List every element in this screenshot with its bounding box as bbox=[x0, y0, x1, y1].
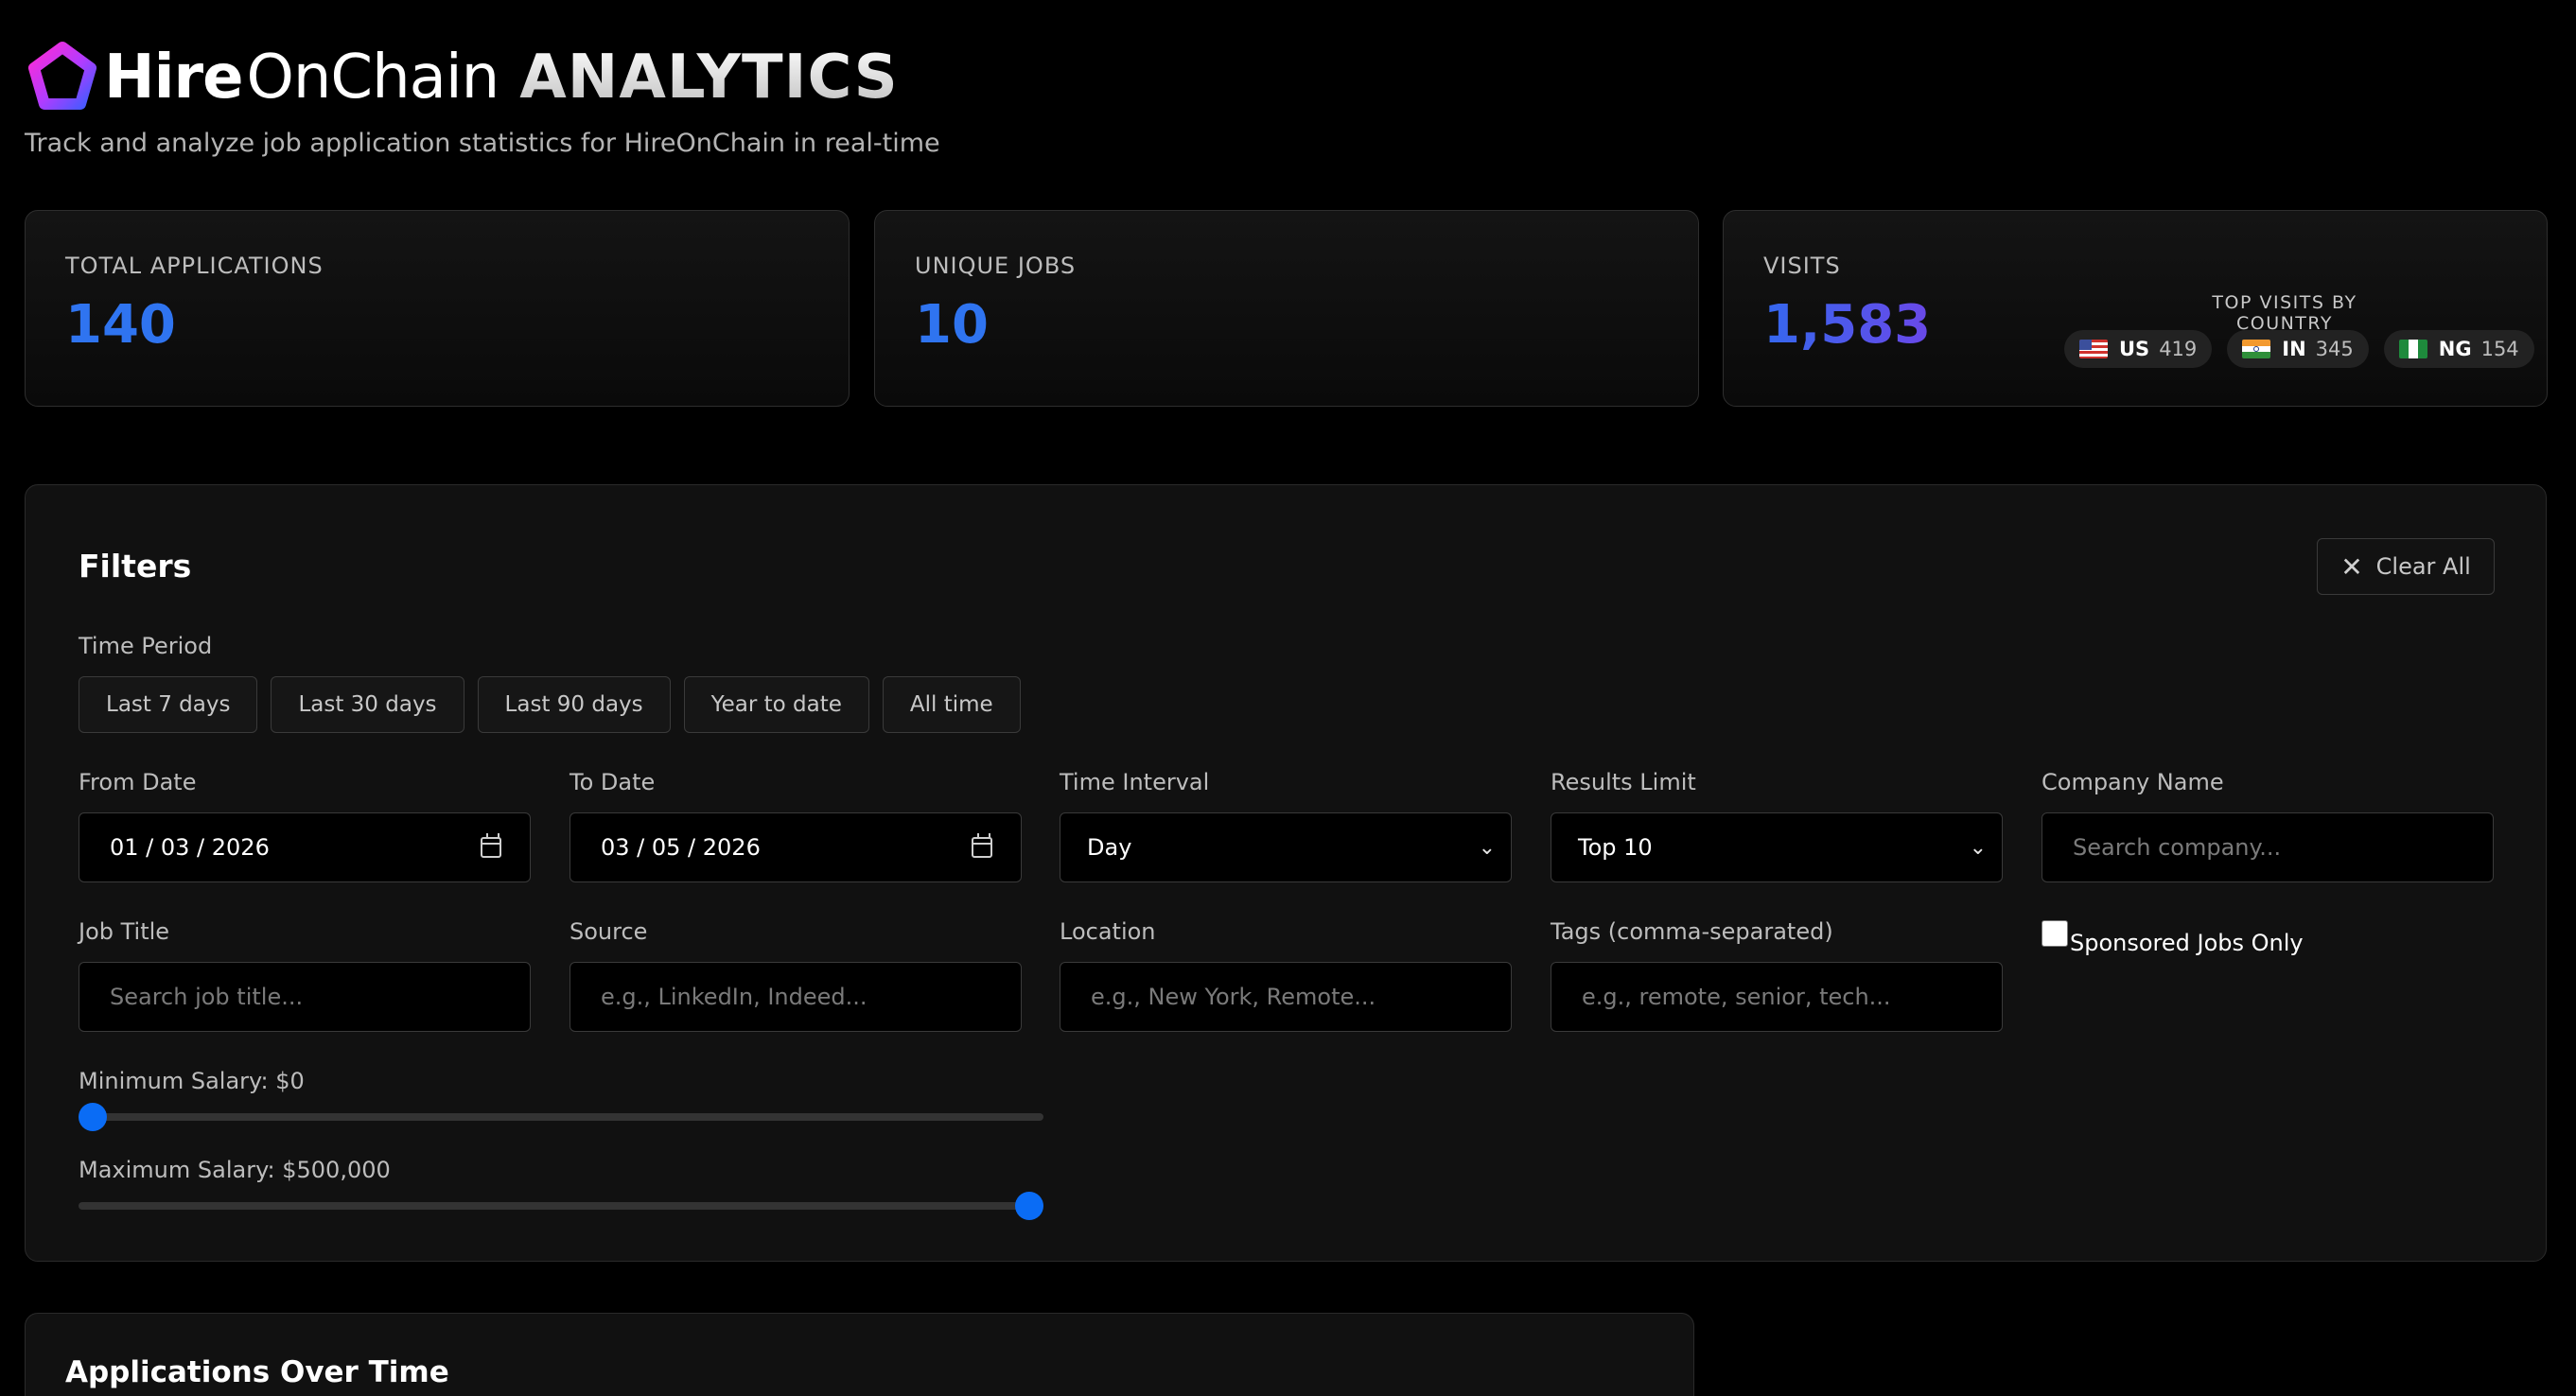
country-code: IN bbox=[2282, 338, 2306, 360]
country-code: US bbox=[2119, 338, 2150, 360]
tags-label: Tags (comma-separated) bbox=[1551, 918, 1833, 945]
unique-jobs-label: UNIQUE JOBS bbox=[915, 253, 1077, 279]
top-visits-by-country-title: TOP VISITS BY COUNTRY bbox=[2212, 292, 2357, 334]
filters-title: Filters bbox=[79, 548, 192, 585]
country-count: 154 bbox=[2480, 338, 2519, 360]
tags-input[interactable]: e.g., remote, senior, tech... bbox=[1551, 962, 2003, 1032]
chevron-down-icon: ⌄ bbox=[1969, 835, 1987, 860]
brand-title: Hire OnChain ANALYTICS bbox=[104, 42, 899, 113]
location-placeholder: e.g., New York, Remote... bbox=[1091, 984, 1376, 1010]
from-date-value: 01 / 03 / 2026 bbox=[110, 834, 270, 861]
from-date-input[interactable]: 01 / 03 / 2026 bbox=[79, 812, 531, 882]
india-flag-icon bbox=[2242, 340, 2271, 358]
calendar-icon[interactable] bbox=[972, 833, 992, 858]
sponsored-jobs-option[interactable]: Sponsored Jobs Only bbox=[2042, 920, 2304, 956]
time-interval-label: Time Interval bbox=[1060, 769, 1210, 795]
total-applications-label: TOTAL APPLICATIONS bbox=[65, 253, 324, 279]
us-flag-icon bbox=[2079, 340, 2108, 358]
page-subtitle: Track and analyze job application statis… bbox=[25, 129, 940, 158]
brand-onchain: OnChain bbox=[246, 43, 499, 113]
total-applications-value: 140 bbox=[65, 294, 176, 356]
min-salary-slider[interactable] bbox=[79, 1103, 1043, 1131]
nigeria-flag-icon bbox=[2398, 340, 2427, 358]
period-all-time-button[interactable]: All time bbox=[882, 676, 1021, 733]
visits-label: VISITS bbox=[1763, 253, 1841, 279]
period-last-90-days-button[interactable]: Last 90 days bbox=[477, 676, 671, 733]
tags-placeholder: e.g., remote, senior, tech... bbox=[1582, 984, 1891, 1010]
country-code: NG bbox=[2438, 338, 2472, 360]
job-title-placeholder: Search job title... bbox=[110, 984, 304, 1010]
max-salary-label: Maximum Salary: $500,000 bbox=[79, 1157, 391, 1183]
country-pill-in: IN 345 bbox=[2227, 330, 2369, 368]
source-placeholder: e.g., LinkedIn, Indeed... bbox=[601, 984, 867, 1010]
results-limit-select[interactable]: Top 10 ⌄ bbox=[1551, 812, 2003, 882]
brand-analytics: ANALYTICS bbox=[519, 43, 899, 113]
min-salary-label: Minimum Salary: $0 bbox=[79, 1068, 305, 1094]
to-date-input[interactable]: 03 / 05 / 2026 bbox=[570, 812, 1022, 882]
time-period-buttons: Last 7 days Last 30 days Last 90 days Ye… bbox=[79, 676, 1021, 733]
from-date-label: From Date bbox=[79, 769, 197, 795]
company-name-placeholder: Search company... bbox=[2073, 834, 2282, 861]
filters-panel: Filters ✕ Clear All Time Period Last 7 d… bbox=[25, 484, 2547, 1262]
period-last-7-days-button[interactable]: Last 7 days bbox=[79, 676, 258, 733]
country-count: 419 bbox=[2159, 338, 2198, 360]
applications-over-time-panel: Applications Over Time bbox=[25, 1313, 1694, 1396]
results-limit-value: Top 10 bbox=[1578, 834, 1653, 861]
source-label: Source bbox=[570, 918, 648, 945]
visits-card: VISITS 1,583 TOP VISITS BY COUNTRY US 41… bbox=[1723, 210, 2548, 407]
sponsored-jobs-label: Sponsored Jobs Only bbox=[2070, 930, 2304, 956]
brand-hire: Hire bbox=[104, 43, 243, 113]
unique-jobs-card: UNIQUE JOBS 10 bbox=[874, 210, 1699, 407]
visits-value: 1,583 bbox=[1763, 294, 1932, 356]
company-name-input[interactable]: Search company... bbox=[2042, 812, 2494, 882]
source-input[interactable]: e.g., LinkedIn, Indeed... bbox=[570, 962, 1022, 1032]
results-limit-label: Results Limit bbox=[1551, 769, 1696, 795]
unique-jobs-value: 10 bbox=[915, 294, 989, 356]
job-title-input[interactable]: Search job title... bbox=[79, 962, 531, 1032]
sponsored-jobs-checkbox[interactable] bbox=[2042, 920, 2068, 947]
location-label: Location bbox=[1060, 918, 1156, 945]
time-interval-select[interactable]: Day ⌄ bbox=[1060, 812, 1512, 882]
time-period-label: Time Period bbox=[79, 633, 213, 659]
country-count: 345 bbox=[2315, 338, 2354, 360]
country-pill-us: US 419 bbox=[2064, 330, 2213, 368]
period-year-to-date-button[interactable]: Year to date bbox=[683, 676, 869, 733]
clear-all-button[interactable]: ✕ Clear All bbox=[2317, 538, 2495, 595]
country-list: US 419 IN 345 NG 154 bbox=[2064, 330, 2534, 368]
max-salary-slider[interactable] bbox=[79, 1192, 1043, 1220]
hireonchain-logo-icon bbox=[28, 42, 96, 110]
header: Hire OnChain ANALYTICS bbox=[26, 42, 899, 113]
chevron-down-icon: ⌄ bbox=[1478, 835, 1496, 860]
time-interval-value: Day bbox=[1087, 834, 1132, 861]
company-name-label: Company Name bbox=[2042, 769, 2224, 795]
total-applications-card: TOTAL APPLICATIONS 140 bbox=[25, 210, 850, 407]
period-last-30-days-button[interactable]: Last 30 days bbox=[271, 676, 464, 733]
country-pill-ng: NG 154 bbox=[2383, 330, 2534, 368]
location-input[interactable]: e.g., New York, Remote... bbox=[1060, 962, 1512, 1032]
job-title-label: Job Title bbox=[79, 918, 170, 945]
calendar-icon[interactable] bbox=[481, 833, 501, 858]
to-date-value: 03 / 05 / 2026 bbox=[601, 834, 761, 861]
min-salary-thumb[interactable] bbox=[79, 1103, 107, 1131]
to-date-label: To Date bbox=[570, 769, 656, 795]
max-salary-thumb[interactable] bbox=[1015, 1192, 1043, 1220]
clear-all-label: Clear All bbox=[2375, 553, 2471, 580]
analytics-page: Hire OnChain ANALYTICS Track and analyze… bbox=[0, 0, 2576, 1396]
close-icon: ✕ bbox=[2340, 550, 2363, 583]
applications-over-time-title: Applications Over Time bbox=[65, 1355, 449, 1389]
